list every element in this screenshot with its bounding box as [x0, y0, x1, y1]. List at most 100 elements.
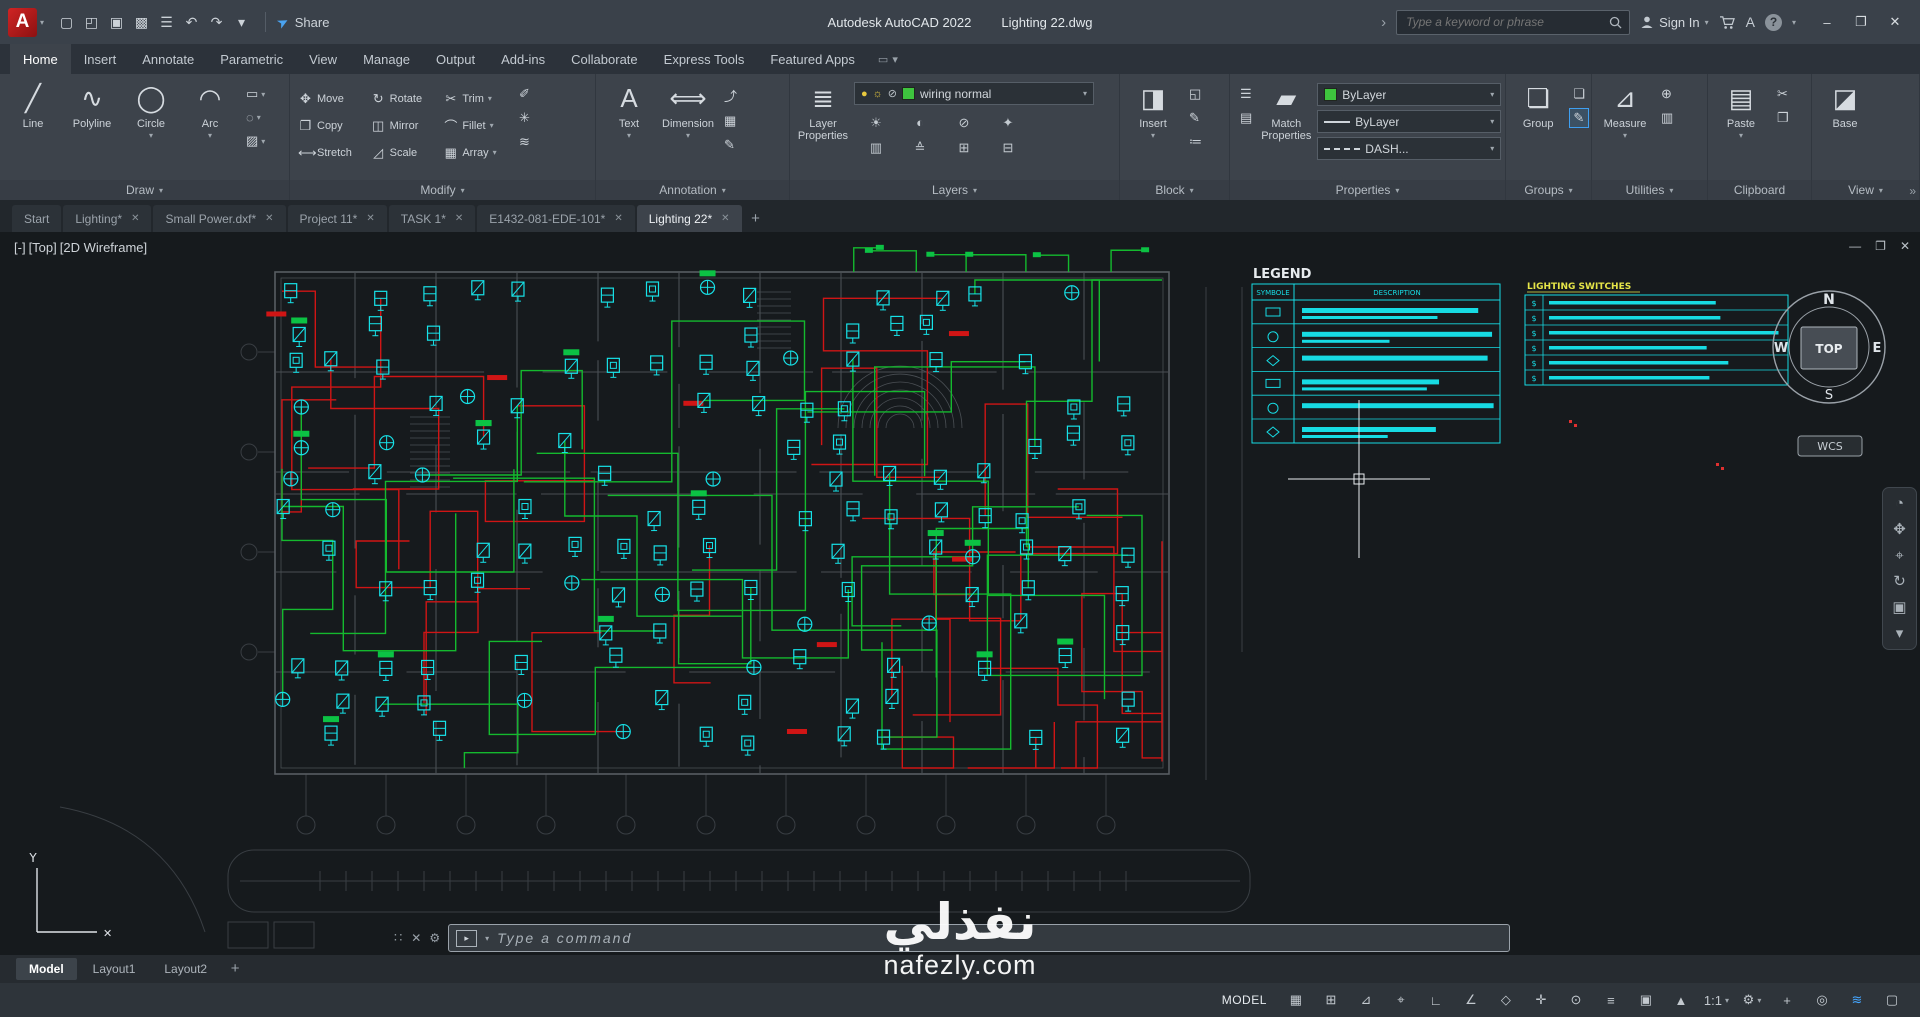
rotate-tool[interactable]: ↻Rotate [368, 85, 439, 112]
group-edit-tool[interactable]: ✎ [1570, 109, 1588, 127]
panel-groups-label[interactable]: Groups▾ [1506, 180, 1591, 200]
property-dash-select[interactable]: DASH...▾ [1317, 137, 1501, 160]
ribbon-tab-annotate[interactable]: Annotate [129, 44, 207, 74]
panel-annotation-label[interactable]: Annotation▾ [596, 180, 789, 200]
properties-list-tool[interactable]: ☰ [1237, 85, 1255, 103]
floor-plan-canvas[interactable]: LEGENDSYMBOLEDESCRIPTIONLIGHTING SWITCHE… [0, 232, 1920, 955]
grid-display-button[interactable]: ▦ [1280, 988, 1312, 1012]
snap-mode-button[interactable]: ⊞ [1315, 988, 1347, 1012]
circle-tool[interactable]: ◯Circle▾ [123, 77, 179, 140]
ribbon-tab-collaborate[interactable]: Collaborate [558, 44, 651, 74]
panel-clipboard-label[interactable]: Clipboard [1708, 180, 1811, 200]
ribbon-tab-featured-apps[interactable]: Featured Apps [757, 44, 868, 74]
zoom-button[interactable]: ⌖ [1895, 548, 1903, 563]
polyline-tool[interactable]: ∿Polyline [64, 77, 120, 130]
layer-select[interactable]: ●☼⊘wiring normal▾ [854, 82, 1094, 105]
dynamic-input-button[interactable]: ⌖ [1385, 988, 1417, 1012]
property-line-select[interactable]: ByLayer▾ [1317, 110, 1501, 133]
copy-clip-tool[interactable]: ❐ [1774, 109, 1792, 127]
ribbon-tab-add-ins[interactable]: Add-ins [488, 44, 558, 74]
layer-properties-tool[interactable]: ≣Layer Properties [795, 77, 851, 142]
dimension-tool[interactable]: ⟺Dimension▾ [660, 77, 716, 140]
command-history-caret-icon[interactable]: ▾ [485, 934, 489, 943]
save-file-button[interactable]: ▣ [104, 9, 129, 35]
command-input[interactable]: ▸ ▾ Type a command [448, 924, 1510, 952]
layout-tab-layout1[interactable]: Layout1 [80, 958, 149, 980]
file-tab-task-1[interactable]: TASK 1*✕ [389, 205, 476, 232]
close-tab-icon[interactable]: ✕ [455, 213, 463, 224]
close-tab-icon[interactable]: ✕ [614, 213, 622, 224]
plot-button[interactable]: ☰ [154, 9, 179, 35]
close-tab-icon[interactable]: ✕ [265, 213, 273, 224]
layout-tab-layout2[interactable]: Layout2 [151, 958, 220, 980]
properties-palette-tool[interactable]: ▤ [1237, 109, 1255, 127]
annotation-monitor-button[interactable]: + [1771, 988, 1803, 1012]
close-button[interactable]: ✕ [1878, 7, 1912, 37]
leader-tool[interactable]: ⤴ [721, 85, 740, 106]
workspace-switching-button[interactable]: ⚙▾ [1736, 988, 1768, 1012]
ribbon-tab-manage[interactable]: Manage [350, 44, 423, 74]
match-properties-tool[interactable]: ▰Match Properties [1258, 77, 1314, 142]
layout-tab-model[interactable]: Model [16, 958, 77, 980]
visual-style-control[interactable]: [2D Wireframe] [60, 240, 147, 255]
new-file-button[interactable]: ▢ [54, 9, 79, 35]
maximize-button[interactable]: ❐ [1844, 7, 1878, 37]
cut-clip-tool[interactable]: ✂ [1774, 85, 1792, 103]
id-point-tool[interactable]: ⊕ [1658, 85, 1676, 103]
text-tool[interactable]: AText▾ [601, 77, 657, 140]
panel-view-label[interactable]: View▾ [1812, 180, 1919, 200]
panel-draw-label[interactable]: Draw▾ [0, 180, 289, 200]
new-layout-button[interactable]: + [223, 956, 247, 980]
ellipse-tool[interactable]: ◌▾ [243, 109, 268, 126]
file-tab-project-11[interactable]: Project 11*✕ [288, 205, 387, 232]
arc-tool[interactable]: ◠Arc▾ [182, 77, 238, 140]
new-drawing-tab-button[interactable]: + [744, 206, 768, 230]
command-grip-handle[interactable]: ∷ [394, 930, 403, 946]
file-tab-small-power-dxf[interactable]: Small Power.dxf*✕ [153, 205, 285, 232]
viewport-menu-control[interactable]: [-] [14, 240, 26, 255]
group-tool[interactable]: ❏Group [1511, 77, 1565, 130]
markup-tool[interactable]: ✎ [721, 136, 740, 154]
close-tab-icon[interactable]: ✕ [366, 213, 374, 224]
panel-properties-label[interactable]: Properties▾ [1230, 180, 1505, 200]
paste-tool[interactable]: ▤Paste▾ [1713, 77, 1769, 140]
ribbon-tab-express-tools[interactable]: Express Tools [651, 44, 758, 74]
file-tab-start[interactable]: Start [12, 205, 61, 232]
explode-tool[interactable]: ✳ [516, 109, 533, 127]
qat-customize-button[interactable]: ▾ [229, 9, 254, 35]
search-input[interactable] [1404, 14, 1603, 30]
lineweight-button[interactable]: ≡ [1595, 988, 1627, 1012]
isometric-drafting-button[interactable]: ◇ [1490, 988, 1522, 1012]
view-control[interactable]: [Top] [29, 240, 57, 255]
property-color-select[interactable]: ByLayer▾ [1317, 83, 1501, 106]
infer-constraints-button[interactable]: ⊿ [1350, 988, 1382, 1012]
redo-button[interactable]: ↷ [204, 9, 229, 35]
file-tab-lighting[interactable]: Lighting*✕ [63, 205, 151, 232]
ribbon-overflow-icon[interactable]: » [1909, 184, 1916, 198]
layer-match-button[interactable]: ▥ [870, 140, 882, 156]
hatch-tool[interactable]: ▨▾ [243, 132, 268, 150]
ribbon-display-toggle[interactable]: ▭ ▾ [878, 44, 898, 74]
osnap-tracking-button[interactable]: ✛ [1525, 988, 1557, 1012]
layer-walk-button[interactable]: ⊟ [1003, 140, 1014, 156]
command-close-icon[interactable]: ✕ [411, 931, 421, 945]
model-space-toggle[interactable]: MODEL [1212, 993, 1277, 1007]
array-tool[interactable]: ▦Array▾ [440, 139, 511, 166]
fillet-tool[interactable]: ⌒Fillet▾ [440, 112, 511, 139]
autodesk-app-icon[interactable]: A [1746, 14, 1755, 30]
help-caret-icon[interactable]: ▾ [1792, 18, 1796, 27]
ungroup-tool[interactable]: ❏ [1570, 85, 1588, 103]
layer-lock-button[interactable]: ⊘ [959, 115, 970, 131]
save-as-button[interactable]: ▩ [129, 9, 154, 35]
cart-icon[interactable] [1719, 15, 1736, 30]
panel-utilities-label[interactable]: Utilities▾ [1592, 180, 1707, 200]
layer-previous-button[interactable]: ≙ [915, 140, 926, 156]
panel-layers-label[interactable]: Layers▾ [790, 180, 1119, 200]
layer-freeze-button[interactable]: ◐ [916, 115, 924, 130]
ortho-mode-button[interactable]: ∟ [1420, 988, 1452, 1012]
panel-modify-label[interactable]: Modify▾ [290, 180, 595, 200]
layer-off-button[interactable]: ☀ [870, 115, 882, 131]
stretch-tool[interactable]: ⟷Stretch [295, 139, 366, 166]
ribbon-tab-view[interactable]: View [296, 44, 350, 74]
file-tab-lighting-22[interactable]: Lighting 22*✕ [637, 205, 742, 232]
